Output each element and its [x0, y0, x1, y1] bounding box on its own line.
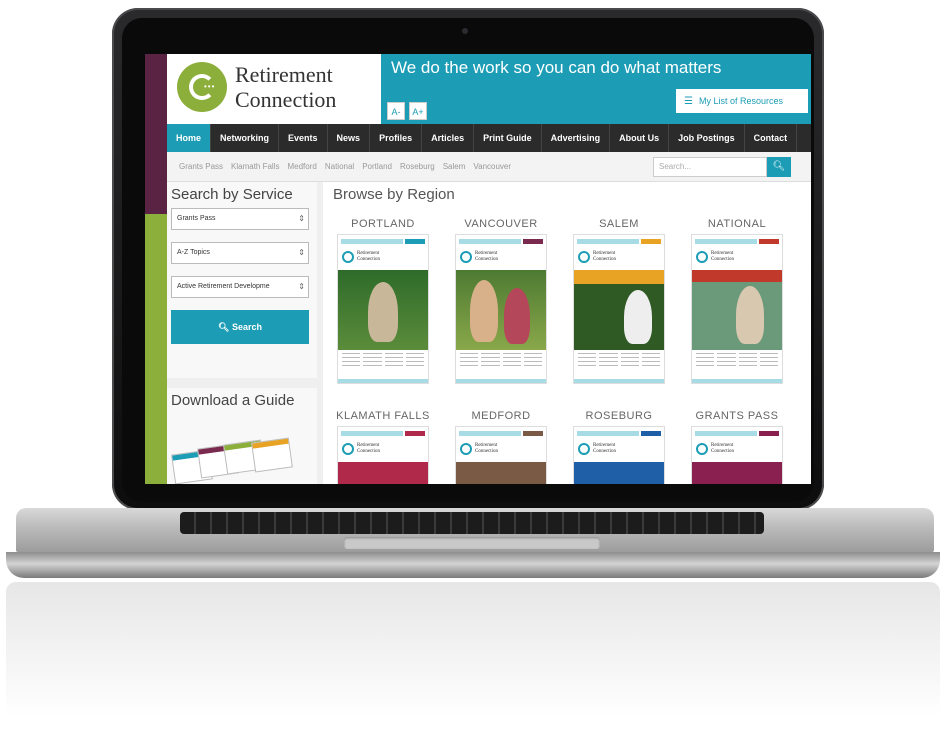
- page-background: [145, 54, 167, 484]
- topics-select-value: A-Z Topics: [177, 249, 210, 256]
- brand-name[interactable]: Retirement Connection: [235, 62, 385, 112]
- service-select[interactable]: Active Retirement Developme ⇕: [171, 276, 309, 298]
- search-icon[interactable]: 🔍︎: [767, 157, 791, 177]
- header-banner: We do the work so you can do what matter…: [381, 54, 811, 124]
- region-name: MEDFORD: [471, 410, 531, 422]
- guide-cover[interactable]: Retirement Connection: [455, 426, 547, 484]
- browse-by-region: Browse by Region PORTLAND Retirement Conn…: [323, 182, 811, 484]
- nav-home[interactable]: Home: [167, 124, 212, 152]
- guide-cover[interactable]: Retirement Connection: [691, 426, 783, 484]
- guide-cover[interactable]: Retirement Connection: [337, 234, 429, 384]
- region-name: VANCOUVER: [464, 218, 538, 230]
- chevron-down-icon: ⇕: [298, 248, 305, 257]
- sidebar: Search by Service Grants Pass ⇕ A-Z Topic…: [167, 182, 317, 484]
- sidebar-search-button[interactable]: 🔍︎ Search: [171, 310, 309, 344]
- my-resources-label: My List of Resources: [698, 96, 783, 106]
- service-select-value: Active Retirement Developme: [177, 283, 270, 290]
- region-select[interactable]: Grants Pass ⇕: [171, 208, 309, 230]
- search-by-service-panel: Search by Service Grants Pass ⇕ A-Z Topic…: [167, 182, 317, 378]
- guide-cover[interactable]: Retirement Connection: [691, 234, 783, 384]
- region-name: NATIONAL: [707, 218, 767, 230]
- site-search-input[interactable]: Search...: [653, 157, 767, 177]
- region-name: PORTLAND: [351, 218, 415, 230]
- guide-thumbnails[interactable]: [171, 437, 311, 484]
- browse-title: Browse by Region: [333, 186, 455, 203]
- search-by-service-title: Search by Service: [171, 186, 293, 203]
- laptop-screen: ••• Retirement Connection We do the work…: [145, 54, 811, 484]
- laptop-trackpad: [344, 537, 600, 549]
- font-decrease-button[interactable]: A-: [387, 102, 405, 120]
- region-card-klamath-falls[interactable]: KLAMATH FALLS Retirement Connection: [331, 410, 435, 484]
- nav-news[interactable]: News: [328, 124, 371, 152]
- nav-networking[interactable]: Networking: [211, 124, 280, 152]
- laptop-mockup: ••• Retirement Connection We do the work…: [0, 0, 944, 738]
- laptop-reflection: [6, 582, 940, 732]
- nav-about-us[interactable]: About Us: [610, 124, 670, 152]
- subnav-link[interactable]: Roseburg: [400, 152, 435, 182]
- subnav-link[interactable]: Portland: [362, 152, 392, 182]
- region-card-portland[interactable]: PORTLAND Retirement Connection: [331, 218, 435, 384]
- region-name: KLAMATH FALLS: [336, 410, 430, 422]
- guide-cover[interactable]: Retirement Connection: [573, 426, 665, 484]
- nav-profiles[interactable]: Profiles: [370, 124, 423, 152]
- region-name: GRANTS PASS: [695, 410, 779, 422]
- subnav-link[interactable]: Salem: [443, 152, 466, 182]
- topics-select[interactable]: A-Z Topics ⇕: [171, 242, 309, 264]
- sidebar-search-label: Search: [231, 322, 262, 332]
- camera-icon: [462, 28, 468, 34]
- subnav-link[interactable]: Grants Pass: [179, 152, 223, 182]
- subnav-link[interactable]: Vancouver: [473, 152, 511, 182]
- guide-cover[interactable]: Retirement Connection: [573, 234, 665, 384]
- nav-advertising[interactable]: Advertising: [542, 124, 611, 152]
- nav-job-postings[interactable]: Job Postings: [669, 124, 745, 152]
- region-card-grants-pass[interactable]: GRANTS PASS Retirement Connection: [685, 410, 789, 484]
- tagline: We do the work so you can do what matter…: [391, 58, 722, 77]
- region-links: Grants Pass Klamath Falls Medford Nation…: [179, 152, 511, 182]
- guide-cover[interactable]: Retirement Connection: [455, 234, 547, 384]
- subnav-link[interactable]: Medford: [287, 152, 316, 182]
- my-resources-button[interactable]: ☰ My List of Resources: [675, 88, 809, 114]
- list-icon: ☰: [684, 96, 693, 107]
- chevron-down-icon: ⇕: [298, 282, 305, 291]
- region-card-salem[interactable]: SALEM Retirement Connection: [567, 218, 671, 384]
- region-select-value: Grants Pass: [177, 215, 216, 222]
- brand-line-2: Connection: [235, 87, 337, 112]
- guide-cover[interactable]: Retirement Connection: [337, 426, 429, 484]
- region-card-national[interactable]: NATIONAL Retirement Connection: [685, 218, 789, 384]
- font-increase-button[interactable]: A+: [409, 102, 427, 120]
- region-card-medford[interactable]: MEDFORD Retirement Connection: [449, 410, 553, 484]
- download-guide-title: Download a Guide: [171, 392, 295, 409]
- site-header: ••• Retirement Connection We do the work…: [167, 54, 811, 124]
- chevron-down-icon: ⇕: [298, 214, 305, 223]
- website: ••• Retirement Connection We do the work…: [167, 54, 811, 484]
- guide-thumbnail[interactable]: [251, 437, 293, 473]
- brand-line-1: Retirement: [235, 62, 333, 87]
- region-card-vancouver[interactable]: VANCOUVER Retirement Connection: [449, 218, 553, 384]
- laptop-front-edge: [6, 552, 940, 578]
- region-subnav: Grants Pass Klamath Falls Medford Nation…: [167, 152, 811, 182]
- region-name: ROSEBURG: [585, 410, 653, 422]
- nav-print-guide[interactable]: Print Guide: [474, 124, 542, 152]
- region-name: SALEM: [599, 218, 639, 230]
- subnav-link[interactable]: National: [325, 152, 354, 182]
- logo-icon[interactable]: •••: [177, 62, 227, 112]
- nav-articles[interactable]: Articles: [422, 124, 475, 152]
- main-nav: Home Networking Events News Profiles Art…: [167, 124, 811, 152]
- subnav-link[interactable]: Klamath Falls: [231, 152, 279, 182]
- region-card-roseburg[interactable]: ROSEBURG Retirement Connection: [567, 410, 671, 484]
- nav-events[interactable]: Events: [279, 124, 328, 152]
- nav-contact[interactable]: Contact: [745, 124, 798, 152]
- laptop-keyboard: [180, 512, 764, 534]
